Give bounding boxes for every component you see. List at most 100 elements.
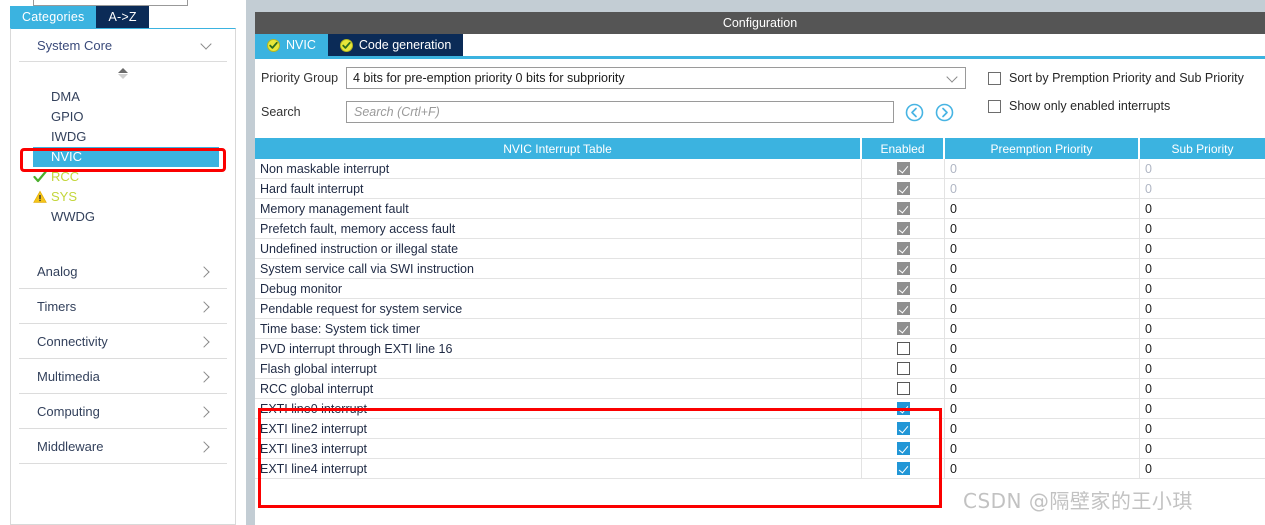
search-input[interactable] bbox=[346, 101, 894, 123]
preemption-priority-cell[interactable]: 0 bbox=[945, 179, 1140, 198]
sidebar-item-rcc[interactable]: RCC bbox=[11, 167, 235, 187]
enabled-cell[interactable] bbox=[862, 379, 945, 398]
table-row[interactable]: Non maskable interrupt 0 0 bbox=[255, 159, 1265, 179]
table-row[interactable]: Undefined instruction or illegal state 0 0 bbox=[255, 239, 1265, 259]
sidebar-item-iwdg[interactable]: IWDG bbox=[11, 127, 235, 147]
category-analog[interactable]: Analog bbox=[19, 254, 227, 289]
enabled-cell[interactable] bbox=[862, 179, 945, 198]
tab-nvic[interactable]: NVIC bbox=[255, 34, 328, 56]
enabled-cell[interactable] bbox=[862, 399, 945, 418]
preemption-priority-cell[interactable]: 0 bbox=[945, 299, 1140, 318]
table-row[interactable]: RCC global interrupt 0 0 bbox=[255, 379, 1265, 399]
checkbox-enabled-8[interactable] bbox=[896, 322, 910, 335]
table-row[interactable]: Prefetch fault, memory access fault 0 0 bbox=[255, 219, 1265, 239]
enabled-cell[interactable] bbox=[862, 339, 945, 358]
preemption-priority-cell[interactable]: 0 bbox=[945, 459, 1140, 478]
preemption-priority-cell[interactable]: 0 bbox=[945, 359, 1140, 378]
priority-group-select[interactable]: 4 bits for pre-emption priority 0 bits f… bbox=[346, 67, 966, 89]
table-row[interactable]: EXTI line4 interrupt 0 0 bbox=[255, 459, 1265, 479]
preemption-priority-cell[interactable]: 0 bbox=[945, 319, 1140, 338]
enabled-cell[interactable] bbox=[862, 159, 945, 178]
table-row[interactable]: EXTI line3 interrupt 0 0 bbox=[255, 439, 1265, 459]
category-timers[interactable]: Timers bbox=[19, 289, 227, 324]
next-circle-icon[interactable] bbox=[935, 103, 954, 122]
checkbox-enabled-15[interactable] bbox=[896, 462, 910, 475]
enabled-cell[interactable] bbox=[862, 279, 945, 298]
option-sort-by-priority[interactable]: Sort by Premption Priority and Sub Prior… bbox=[988, 64, 1244, 92]
preemption-priority-cell[interactable]: 0 bbox=[945, 439, 1140, 458]
option-show-only-enabled[interactable]: Show only enabled interrupts bbox=[988, 92, 1244, 120]
category-system-core[interactable]: System Core bbox=[19, 29, 227, 62]
sub-priority-cell[interactable]: 0 bbox=[1140, 359, 1265, 378]
preemption-priority-cell[interactable]: 0 bbox=[945, 159, 1140, 178]
sub-priority-cell[interactable]: 0 bbox=[1140, 299, 1265, 318]
column-header-sub-priority[interactable]: Sub Priority bbox=[1140, 138, 1265, 159]
sub-priority-cell[interactable]: 0 bbox=[1140, 319, 1265, 338]
checkbox-enabled-1[interactable] bbox=[896, 182, 910, 195]
table-row[interactable]: EXTI line0 interrupt 0 0 bbox=[255, 399, 1265, 419]
checkbox-sort-by-priority[interactable] bbox=[988, 71, 1001, 85]
sidebar-item-dma[interactable]: DMA bbox=[11, 87, 235, 107]
checkbox-enabled-2[interactable] bbox=[896, 202, 910, 215]
sub-priority-cell[interactable]: 0 bbox=[1140, 339, 1265, 358]
sidebar-item-gpio[interactable]: GPIO bbox=[11, 107, 235, 127]
sub-priority-cell[interactable]: 0 bbox=[1140, 259, 1265, 278]
sub-priority-cell[interactable]: 0 bbox=[1140, 439, 1265, 458]
preemption-priority-cell[interactable]: 0 bbox=[945, 379, 1140, 398]
sub-priority-cell[interactable]: 0 bbox=[1140, 159, 1265, 178]
tab-categories[interactable]: Categories bbox=[10, 6, 97, 28]
table-row[interactable]: Debug monitor 0 0 bbox=[255, 279, 1265, 299]
checkbox-enabled-0[interactable] bbox=[896, 162, 910, 175]
category-multimedia[interactable]: Multimedia bbox=[19, 359, 227, 394]
enabled-cell[interactable] bbox=[862, 239, 945, 258]
table-row[interactable]: System service call via SWI instruction 0… bbox=[255, 259, 1265, 279]
sub-priority-cell[interactable]: 0 bbox=[1140, 379, 1265, 398]
enabled-cell[interactable] bbox=[862, 359, 945, 378]
checkbox-enabled-3[interactable] bbox=[896, 222, 910, 235]
checkbox-show-only-enabled[interactable] bbox=[988, 99, 1001, 113]
column-header-interrupt-table[interactable]: NVIC Interrupt Table bbox=[255, 138, 862, 159]
enabled-cell[interactable] bbox=[862, 219, 945, 238]
checkbox-enabled-10[interactable] bbox=[896, 362, 910, 375]
checkbox-enabled-11[interactable] bbox=[896, 382, 910, 395]
preemption-priority-cell[interactable]: 0 bbox=[945, 199, 1140, 218]
sub-priority-cell[interactable]: 0 bbox=[1140, 239, 1265, 258]
checkbox-enabled-7[interactable] bbox=[896, 302, 910, 315]
sidebar-item-nvic[interactable]: NVIC bbox=[33, 147, 219, 167]
tab-a-to-z[interactable]: A->Z bbox=[96, 6, 149, 28]
category-connectivity[interactable]: Connectivity bbox=[19, 324, 227, 359]
checkbox-enabled-14[interactable] bbox=[896, 442, 910, 455]
scroll-spinner[interactable] bbox=[11, 65, 235, 81]
enabled-cell[interactable] bbox=[862, 419, 945, 438]
checkbox-enabled-5[interactable] bbox=[896, 262, 910, 275]
preemption-priority-cell[interactable]: 0 bbox=[945, 419, 1140, 438]
table-row[interactable]: Time base: System tick timer 0 0 bbox=[255, 319, 1265, 339]
enabled-cell[interactable] bbox=[862, 199, 945, 218]
table-row[interactable]: Pendable request for system service 0 0 bbox=[255, 299, 1265, 319]
sidebar-item-sys[interactable]: SYS bbox=[11, 187, 235, 207]
prev-circle-icon[interactable] bbox=[905, 103, 924, 122]
enabled-cell[interactable] bbox=[862, 319, 945, 338]
column-header-enabled[interactable]: Enabled bbox=[862, 138, 945, 159]
enabled-cell[interactable] bbox=[862, 299, 945, 318]
sub-priority-cell[interactable]: 0 bbox=[1140, 179, 1265, 198]
tab-code-generation[interactable]: Code generation bbox=[327, 34, 464, 56]
table-row[interactable]: EXTI line2 interrupt 0 0 bbox=[255, 419, 1265, 439]
table-row[interactable]: Hard fault interrupt 0 0 bbox=[255, 179, 1265, 199]
column-header-preemption-priority[interactable]: Preemption Priority bbox=[945, 138, 1140, 159]
preemption-priority-cell[interactable]: 0 bbox=[945, 219, 1140, 238]
sidebar-item-wwdg[interactable]: WWDG bbox=[11, 207, 235, 227]
sub-priority-cell[interactable]: 0 bbox=[1140, 419, 1265, 438]
sub-priority-cell[interactable]: 0 bbox=[1140, 279, 1265, 298]
checkbox-enabled-13[interactable] bbox=[896, 422, 910, 435]
preemption-priority-cell[interactable]: 0 bbox=[945, 399, 1140, 418]
sub-priority-cell[interactable]: 0 bbox=[1140, 219, 1265, 238]
preemption-priority-cell[interactable]: 0 bbox=[945, 279, 1140, 298]
sub-priority-cell[interactable]: 0 bbox=[1140, 199, 1265, 218]
table-row[interactable]: Memory management fault 0 0 bbox=[255, 199, 1265, 219]
preemption-priority-cell[interactable]: 0 bbox=[945, 239, 1140, 258]
table-row[interactable]: Flash global interrupt 0 0 bbox=[255, 359, 1265, 379]
sub-priority-cell[interactable]: 0 bbox=[1140, 459, 1265, 478]
checkbox-enabled-12[interactable] bbox=[896, 402, 910, 415]
table-row[interactable]: PVD interrupt through EXTI line 16 0 0 bbox=[255, 339, 1265, 359]
